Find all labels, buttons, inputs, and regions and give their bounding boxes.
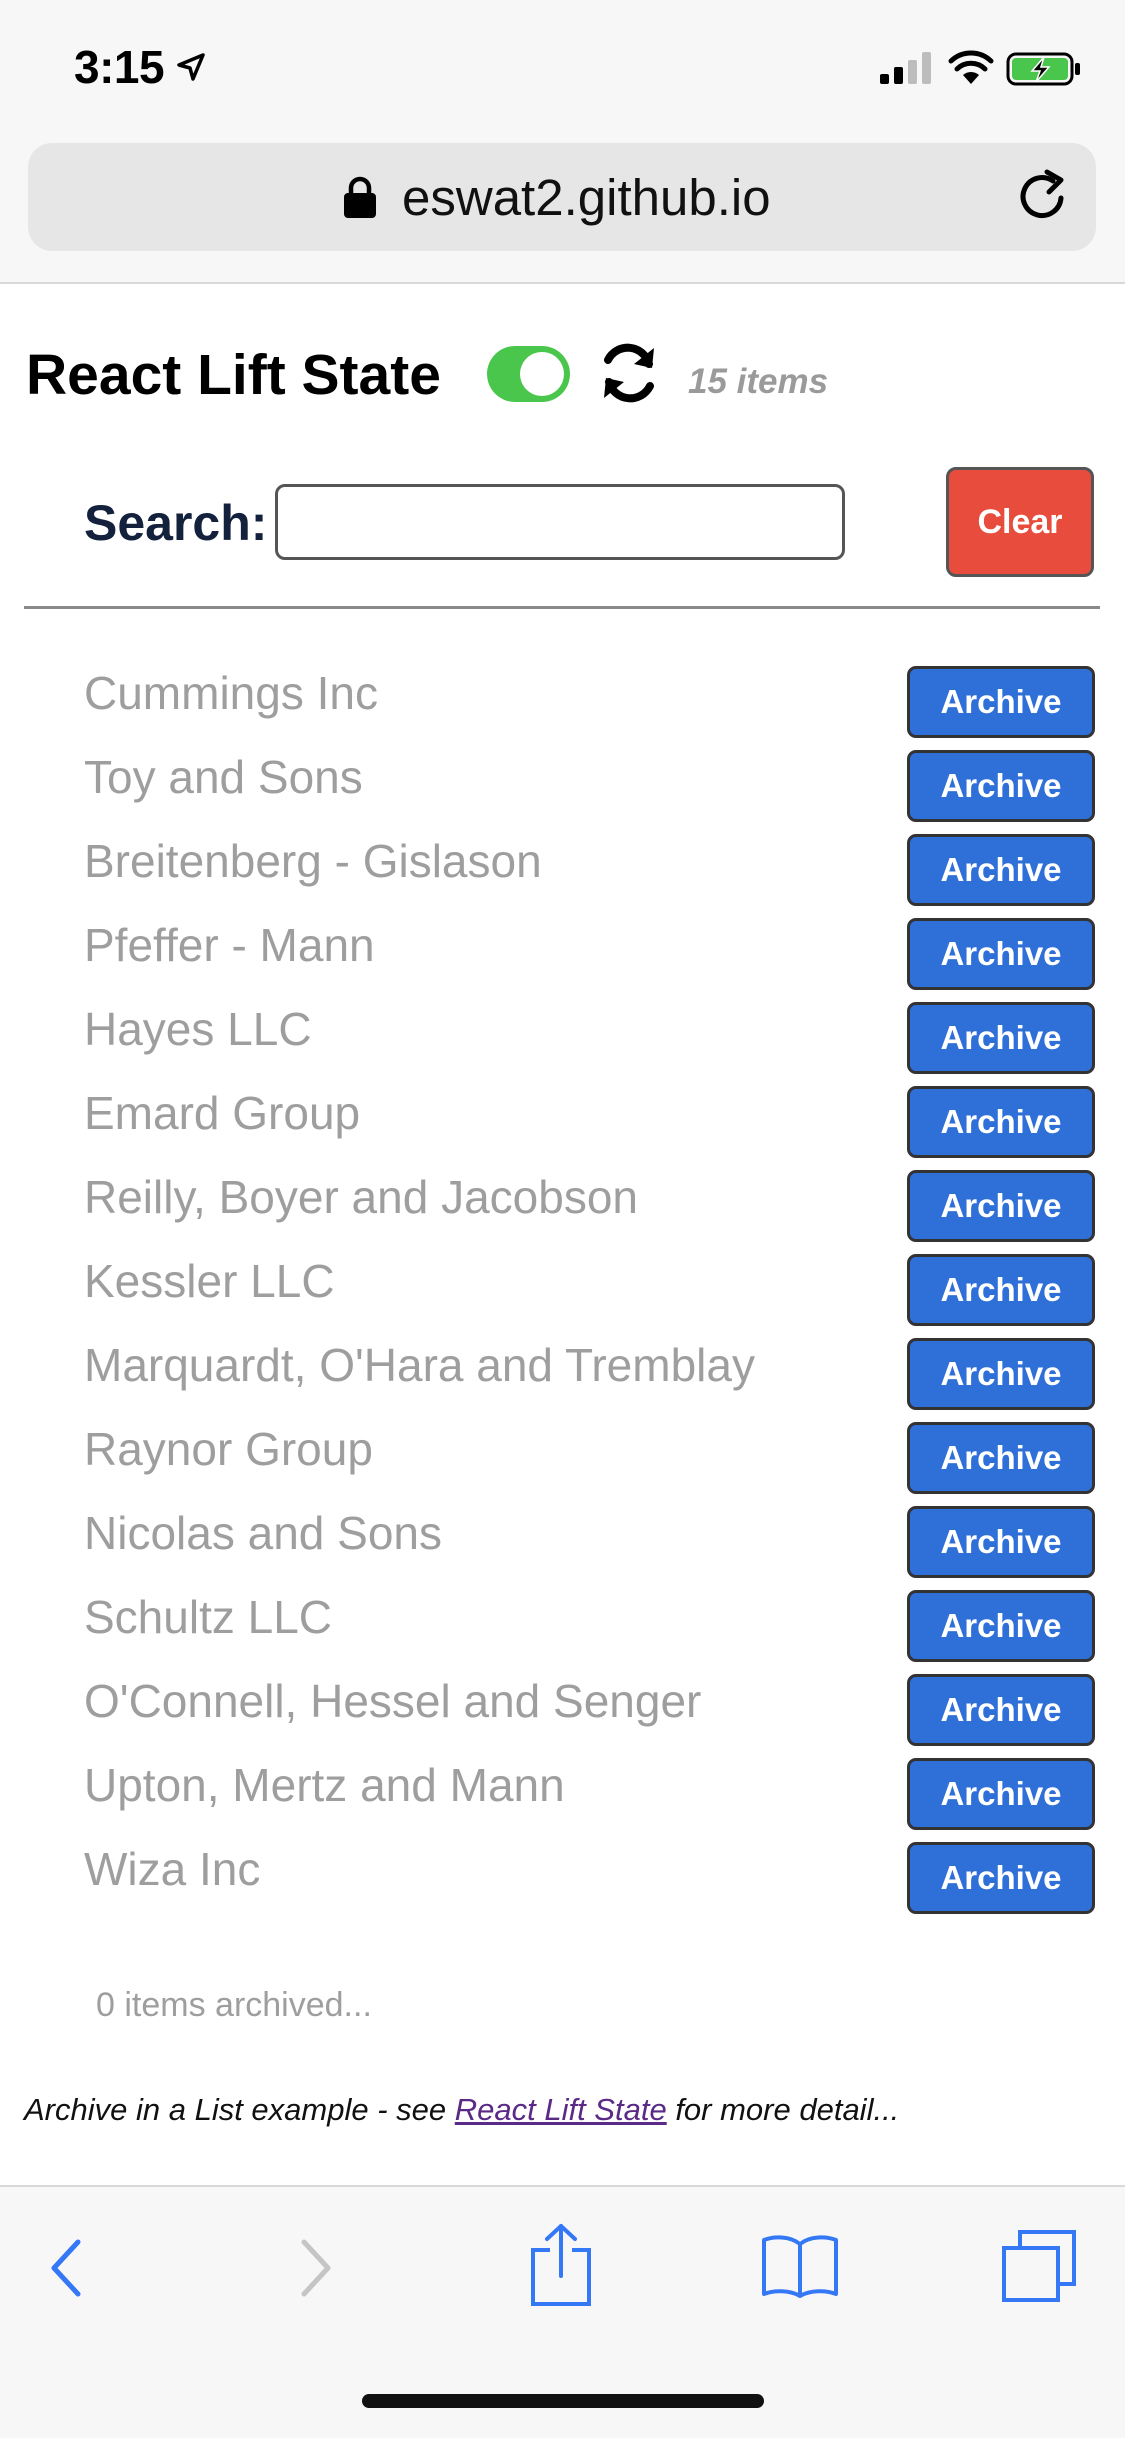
- cellular-signal-icon: [880, 52, 931, 84]
- back-icon[interactable]: [48, 2238, 84, 2298]
- page-title: React Lift State: [26, 343, 441, 407]
- react-lift-state-link[interactable]: React Lift State: [455, 2092, 667, 2127]
- list-item: Hayes LLC Archive: [0, 1000, 1125, 1084]
- divider: [24, 606, 1100, 609]
- list-item: Upton, Mertz and Mann Archive: [0, 1756, 1125, 1840]
- company-name: Toy and Sons: [84, 751, 363, 803]
- archive-button[interactable]: Archive: [907, 1842, 1095, 1914]
- list-item: Toy and Sons Archive: [0, 748, 1125, 832]
- archive-button[interactable]: Archive: [907, 834, 1095, 906]
- company-name: Reilly, Boyer and Jacobson: [84, 1171, 638, 1223]
- company-name: O'Connell, Hessel and Senger: [84, 1675, 702, 1727]
- forward-icon[interactable]: [298, 2238, 334, 2298]
- company-name: Kessler LLC: [84, 1255, 335, 1307]
- list-item: Kessler LLC Archive: [0, 1252, 1125, 1336]
- toggle-switch[interactable]: [487, 346, 570, 402]
- list-item: Nicolas and Sons Archive: [0, 1504, 1125, 1588]
- company-list: Cummings Inc Archive Toy and Sons Archive …: [0, 664, 1125, 1924]
- search-input[interactable]: [275, 484, 845, 560]
- company-name: Nicolas and Sons: [84, 1507, 442, 1559]
- home-indicator[interactable]: [362, 2394, 764, 2408]
- archive-button[interactable]: Archive: [907, 1758, 1095, 1830]
- battery-charging-icon: [1006, 52, 1080, 86]
- clear-button[interactable]: Clear: [946, 467, 1094, 577]
- search-label: Search:: [84, 495, 268, 551]
- url-text[interactable]: eswat2.github.io: [402, 168, 771, 227]
- company-name: Raynor Group: [84, 1423, 373, 1475]
- tabs-icon[interactable]: [1000, 2228, 1080, 2304]
- company-name: Cummings Inc: [84, 667, 378, 719]
- archive-button[interactable]: Archive: [907, 918, 1095, 990]
- archive-button[interactable]: Archive: [907, 666, 1095, 738]
- wifi-icon: [948, 50, 994, 84]
- archive-button[interactable]: Archive: [907, 1086, 1095, 1158]
- archive-button[interactable]: Archive: [907, 1590, 1095, 1662]
- company-name: Marquardt, O'Hara and Tremblay: [84, 1339, 755, 1391]
- lock-icon: [344, 176, 376, 218]
- location-arrow-icon: [177, 53, 205, 81]
- archive-button[interactable]: Archive: [907, 1422, 1095, 1494]
- list-item: Pfeffer - Mann Archive: [0, 916, 1125, 1000]
- reload-icon[interactable]: [1015, 168, 1073, 226]
- company-name: Emard Group: [84, 1087, 361, 1139]
- company-name: Wiza Inc: [84, 1843, 261, 1895]
- archive-button[interactable]: Archive: [907, 1002, 1095, 1074]
- list-item: Reilly, Boyer and Jacobson Archive: [0, 1168, 1125, 1252]
- item-count: 15 items: [688, 362, 829, 401]
- status-time: 3:15: [74, 41, 165, 93]
- list-item: O'Connell, Hessel and Senger Archive: [0, 1672, 1125, 1756]
- footer-note: Archive in a List example - see React Li…: [24, 2092, 899, 2128]
- bookmarks-icon[interactable]: [760, 2232, 840, 2298]
- company-name: Breitenberg - Gislason: [84, 835, 542, 887]
- company-name: Pfeffer - Mann: [84, 919, 375, 971]
- list-item: Marquardt, O'Hara and Tremblay Archive: [0, 1336, 1125, 1420]
- archive-button[interactable]: Archive: [907, 750, 1095, 822]
- archive-button[interactable]: Archive: [907, 1254, 1095, 1326]
- footer-suffix: for more detail...: [666, 2092, 900, 2127]
- company-name: Hayes LLC: [84, 1003, 312, 1055]
- toggle-knob: [520, 352, 564, 396]
- archive-button[interactable]: Archive: [907, 1506, 1095, 1578]
- archive-button[interactable]: Archive: [907, 1338, 1095, 1410]
- browser-top-bar: 3:15 eswat2.github.io: [0, 0, 1125, 284]
- refresh-icon[interactable]: [598, 340, 660, 406]
- share-icon[interactable]: [528, 2222, 594, 2308]
- list-item: Schultz LLC Archive: [0, 1588, 1125, 1672]
- company-name: Schultz LLC: [84, 1591, 333, 1643]
- footer-prefix: Archive in a List example - see: [24, 2092, 455, 2127]
- company-name: Upton, Mertz and Mann: [84, 1759, 565, 1811]
- archive-button[interactable]: Archive: [907, 1674, 1095, 1746]
- list-item: Emard Group Archive: [0, 1084, 1125, 1168]
- list-item: Raynor Group Archive: [0, 1420, 1125, 1504]
- list-item: Breitenberg - Gislason Archive: [0, 832, 1125, 916]
- archived-count: 0 items archived...: [96, 1986, 372, 2024]
- list-item: Cummings Inc Archive: [0, 664, 1125, 748]
- archive-button[interactable]: Archive: [907, 1170, 1095, 1242]
- list-item: Wiza Inc Archive: [0, 1840, 1125, 1924]
